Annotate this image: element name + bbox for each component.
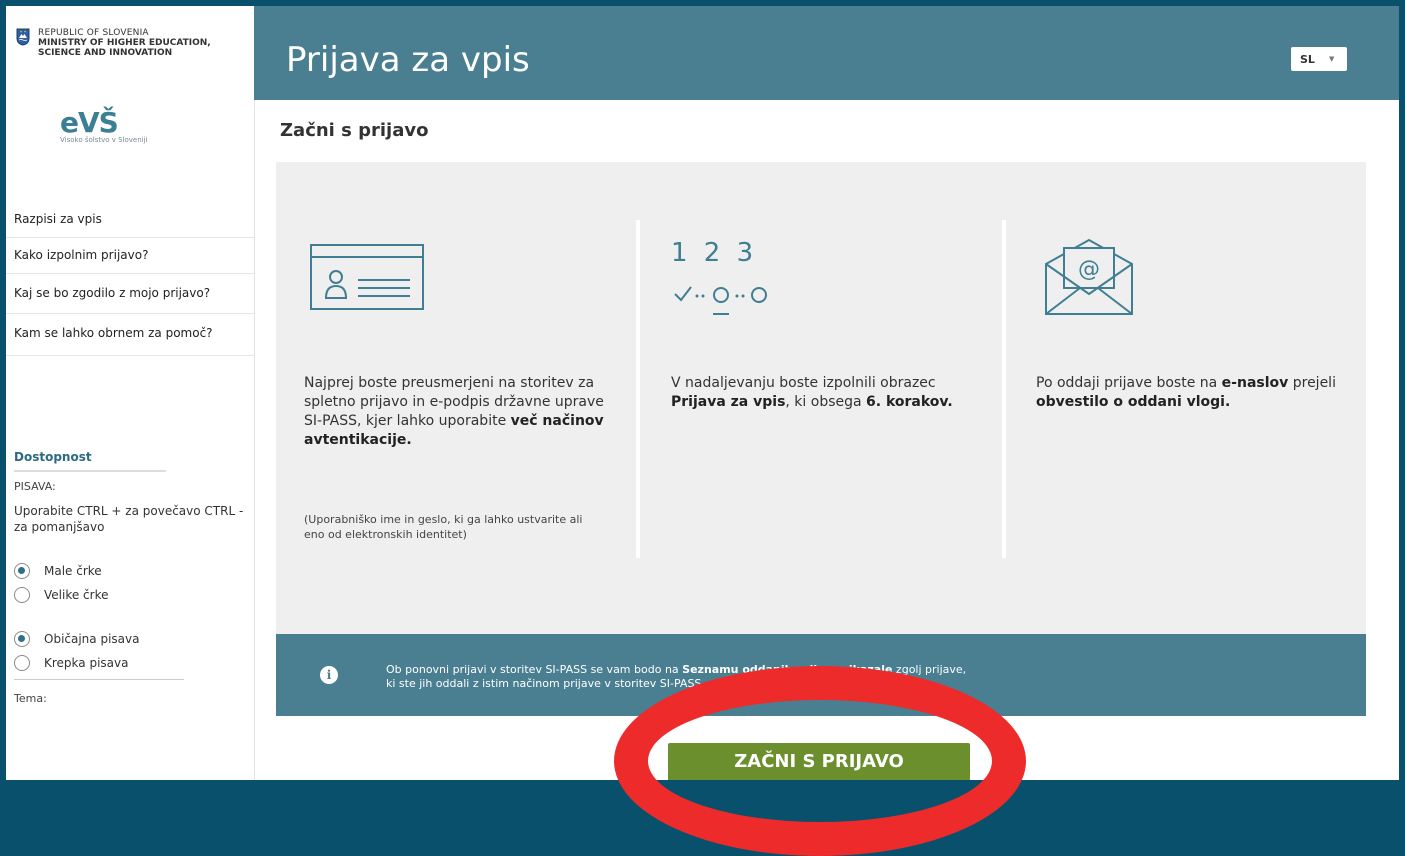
info-text-part: Ob ponovni prijavi v storitev SI-PASS se… xyxy=(386,663,683,676)
envelope-icon: @ xyxy=(1045,238,1133,315)
step-text: , ki obsega xyxy=(785,394,867,410)
steps-icon xyxy=(674,286,767,315)
step-text: prejeli xyxy=(1288,375,1336,391)
divider xyxy=(1002,220,1006,558)
info-text-bold: Seznamu oddanih prijav prikazale xyxy=(682,663,893,676)
info-bar: i Ob ponovni prijavi v storitev SI-PASS … xyxy=(276,634,1366,716)
radio-label: Krepka pisava xyxy=(44,656,129,670)
radio-button[interactable] xyxy=(14,655,30,671)
radio-button[interactable] xyxy=(14,631,30,647)
step-description: Najprej boste preusmerjeni na storitev z… xyxy=(304,374,604,450)
accessibility-panel: Dostopnost PISAVA: Uporabite CTRL + za p… xyxy=(14,450,246,705)
ministry-line3: SCIENCE AND INNOVATION xyxy=(38,48,173,58)
step-description: Po oddaji prijave boste na e-naslov prej… xyxy=(1036,374,1356,412)
radio-label: Velike črke xyxy=(44,588,109,602)
svg-text:@: @ xyxy=(1078,257,1100,282)
step-column-login: Najprej boste preusmerjeni na storitev z… xyxy=(304,162,624,562)
accessibility-title: Dostopnost xyxy=(14,450,92,464)
step-note: (Uporabniško ime in geslo, ki ga lahko u… xyxy=(304,513,583,541)
chevron-down-icon: ▼ xyxy=(1328,55,1335,63)
steps-panel: Najprej boste preusmerjeni na storitev z… xyxy=(276,162,1366,634)
zoom-help-text: Uporabite CTRL + za povečavo CTRL - za p… xyxy=(14,504,244,534)
divider xyxy=(636,220,640,558)
step-column-form: 1 2 3 V nadaljevanju boste izpolnili obr… xyxy=(671,162,971,562)
start-application-button[interactable]: ZAČNI S PRIJAVO xyxy=(668,743,970,780)
sidebar-menu: Razpisi za vpis Kako izpolnim prijavo? K… xyxy=(6,202,254,356)
ministry-line2: MINISTRY OF HIGHER EDUCATION, xyxy=(38,38,211,48)
radio-male-crke[interactable]: Male črke xyxy=(14,563,246,579)
evs-logo-subtitle: Visoko šolstvo v Sloveniji xyxy=(60,136,148,144)
theme-label: Tema: xyxy=(14,692,47,705)
info-text-part: zgolj prijave, xyxy=(892,663,967,676)
id-card-icon xyxy=(310,244,424,310)
coat-of-arms-icon xyxy=(16,28,30,46)
sidebar-item-kako-izpolnim[interactable]: Kako izpolnim prijavo? xyxy=(6,238,254,274)
section-title: Začni s prijavo xyxy=(280,120,429,141)
evs-logo[interactable]: eVŠ Visoko šolstvo v Sloveniji xyxy=(60,106,148,145)
language-value: SL xyxy=(1300,52,1315,66)
radio-label: Male črke xyxy=(44,564,102,578)
step-column-notification: @ Po oddaji prijave boste na e-naslov pr… xyxy=(1036,162,1356,562)
radio-velike-crke[interactable]: Velike črke xyxy=(14,587,246,603)
step-numbers: 1 2 3 xyxy=(671,238,758,268)
radio-button[interactable] xyxy=(14,587,30,603)
ministry-name: REPUBLIC OF SLOVENIA MINISTRY OF HIGHER … xyxy=(38,28,248,58)
ministry-line1: REPUBLIC OF SLOVENIA xyxy=(38,28,149,38)
sidebar-item-kam-se-obrnem[interactable]: Kam se lahko obrnem za pomoč? xyxy=(6,314,254,356)
sidebar: REPUBLIC OF SLOVENIA MINISTRY OF HIGHER … xyxy=(6,6,255,780)
radio-krepka-pisava[interactable]: Krepka pisava xyxy=(14,655,246,671)
step-text: V nadaljevanju boste izpolnili obrazec xyxy=(671,375,936,391)
info-text-part: ki ste jih oddali z istim načinom prijav… xyxy=(386,677,705,690)
divider xyxy=(14,470,166,472)
radio-label: Običajna pisava xyxy=(44,632,140,646)
page-header: Prijava za vpis SL ▼ xyxy=(254,6,1399,100)
step-text-bold: e-naslov xyxy=(1221,375,1289,391)
font-label: PISAVA: xyxy=(14,480,56,493)
step-text-bold: obvestilo o oddani vlogi. xyxy=(1036,394,1231,410)
language-select[interactable]: SL ▼ xyxy=(1291,47,1347,71)
radio-button[interactable] xyxy=(14,563,30,579)
divider xyxy=(14,679,184,680)
step-description: V nadaljevanju boste izpolnili obrazec P… xyxy=(671,374,961,412)
step-text-bold: 6. korakov. xyxy=(866,394,953,410)
sidebar-item-razpisi[interactable]: Razpisi za vpis xyxy=(6,202,254,238)
radio-obicajna-pisava[interactable]: Običajna pisava xyxy=(14,631,246,647)
step-text-bold: Prijava za vpis xyxy=(671,394,786,410)
page-title: Prijava za vpis xyxy=(286,40,530,80)
info-icon: i xyxy=(320,666,338,684)
info-text: Ob ponovni prijavi v storitev SI-PASS se… xyxy=(386,663,1326,691)
evs-logo-title: eVŠ xyxy=(60,106,119,139)
sidebar-item-kaj-se-bo-zgodilo[interactable]: Kaj se bo zgodilo z mojo prijavo? xyxy=(6,274,254,314)
step-text: Po oddaji prijave boste na xyxy=(1036,375,1222,391)
